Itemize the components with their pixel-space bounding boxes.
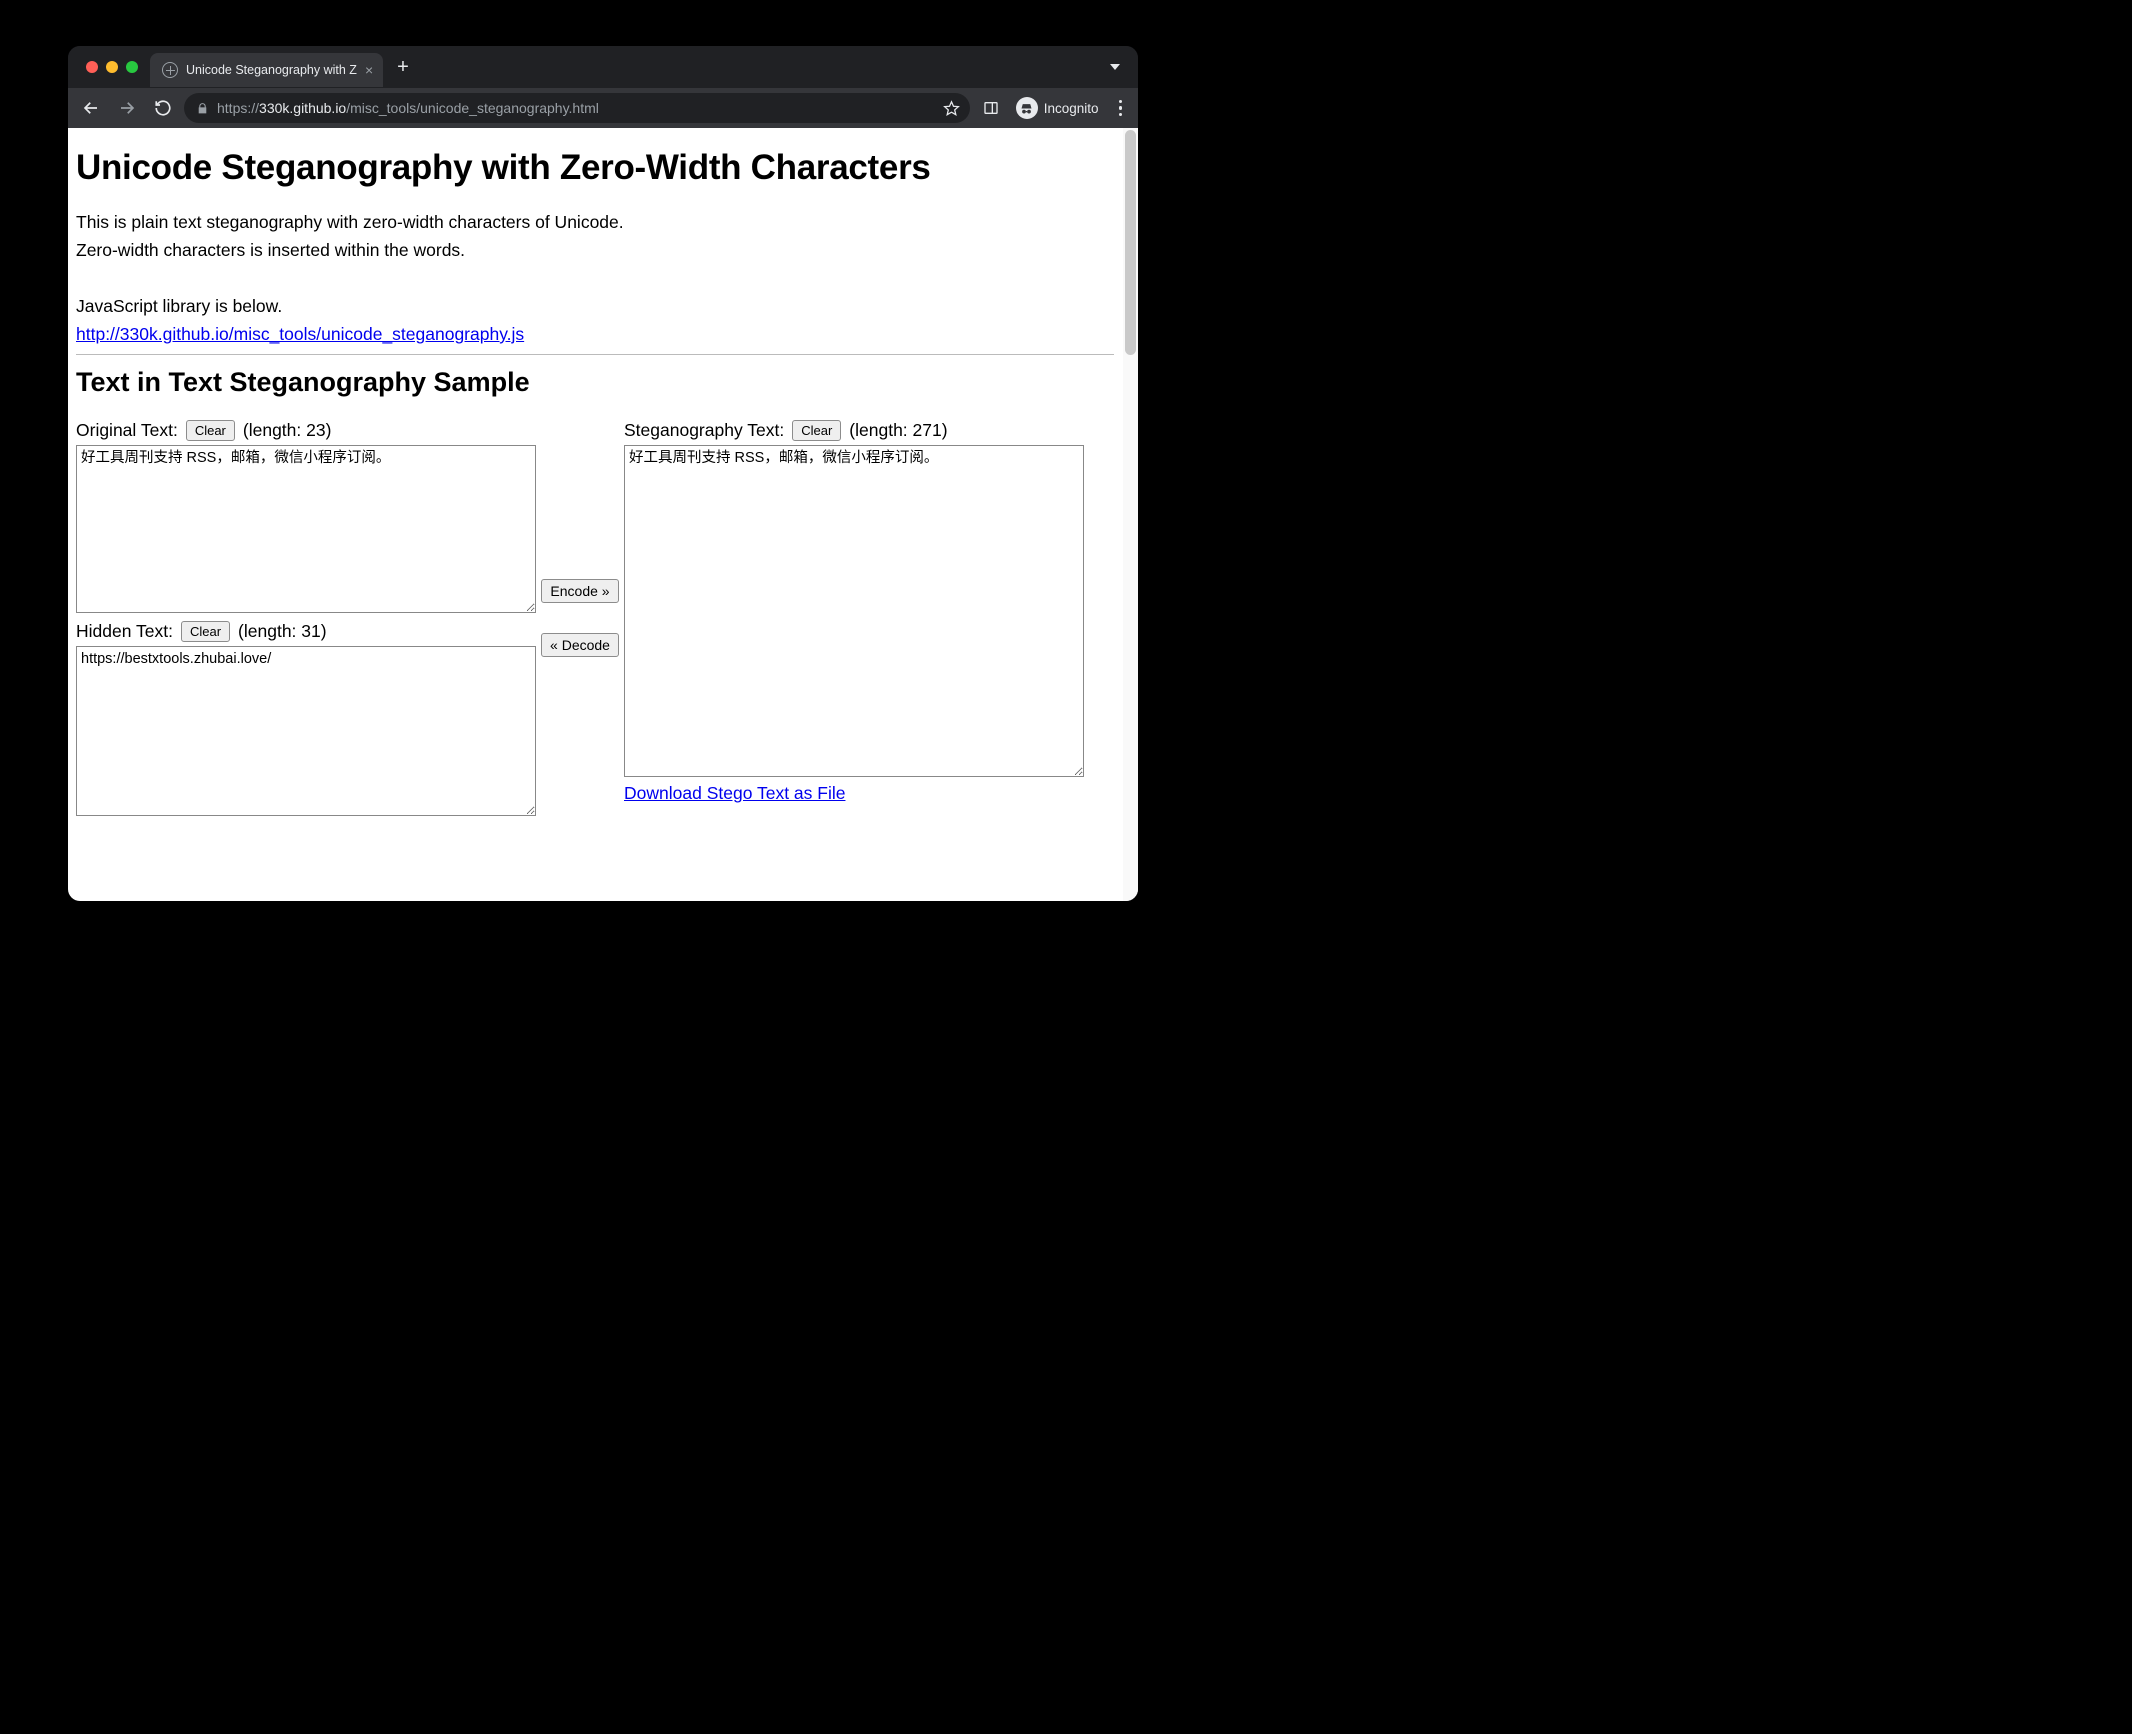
incognito-icon [1016,97,1038,119]
tab-title: Unicode Steganography with Z [186,63,357,77]
hidden-text-input[interactable] [76,646,536,816]
page-viewport: Unicode Steganography with Zero-Width Ch… [68,128,1138,901]
url-path: /misc_tools/unicode_steganography.html [346,100,599,116]
library-link[interactable]: http://330k.github.io/misc_tools/unicode… [76,324,524,344]
intro-text: This is plain text steganography with ze… [76,208,1114,348]
address-bar[interactable]: https://330k.github.io/misc_tools/unicod… [184,93,970,123]
stego-text-label: Steganography Text: [624,420,784,441]
back-button[interactable] [76,93,106,123]
browser-toolbar: https://330k.github.io/misc_tools/unicod… [68,88,1138,128]
intro-line-3: JavaScript library is below. [76,292,1114,320]
close-window-button[interactable] [86,61,98,73]
url-host: 330k.github.io [259,100,346,116]
clear-hidden-button[interactable]: Clear [181,621,230,642]
lock-icon [196,102,209,115]
bookmark-star-icon[interactable] [943,100,960,117]
download-stego-link[interactable]: Download Stego Text as File [624,783,845,804]
page-title: Unicode Steganography with Zero-Width Ch… [76,148,1114,188]
close-tab-button[interactable]: × [365,63,373,77]
clear-original-button[interactable]: Clear [186,420,235,441]
browser-tab[interactable]: Unicode Steganography with Z × [150,53,383,87]
stego-text-input[interactable] [624,445,1084,777]
kebab-menu-icon[interactable] [1113,94,1133,123]
hidden-text-label: Hidden Text: [76,621,173,642]
titlebar: Unicode Steganography with Z × + [68,46,1138,88]
maximize-window-button[interactable] [126,61,138,73]
forward-button[interactable] [112,93,142,123]
original-text-label: Original Text: [76,420,178,441]
window-controls [68,61,150,73]
incognito-chip[interactable]: Incognito [1012,93,1107,123]
scrollbar-thumb[interactable] [1125,130,1136,355]
browser-window: Unicode Steganography with Z × + https:/… [68,46,1138,901]
section-heading: Text in Text Steganography Sample [76,367,1114,398]
url-protocol: https:// [217,100,259,116]
original-text-input[interactable] [76,445,536,613]
incognito-label: Incognito [1044,101,1099,116]
chevron-down-icon[interactable] [1110,64,1120,70]
minimize-window-button[interactable] [106,61,118,73]
intro-line-1: This is plain text steganography with ze… [76,208,1114,236]
new-tab-button[interactable]: + [383,57,423,77]
scrollbar-track[interactable] [1123,128,1138,901]
globe-icon [162,62,178,78]
encode-button[interactable]: Encode » [541,579,618,603]
url-text: https://330k.github.io/misc_tools/unicod… [217,100,935,116]
stego-length: (length: 271) [849,420,947,441]
intro-line-2: Zero-width characters is inserted within… [76,236,1114,264]
panel-icon[interactable] [976,93,1006,123]
original-length: (length: 23) [243,420,332,441]
decode-button[interactable]: « Decode [541,633,619,657]
reload-button[interactable] [148,93,178,123]
clear-stego-button[interactable]: Clear [792,420,841,441]
divider [76,354,1114,355]
hidden-length: (length: 31) [238,621,327,642]
